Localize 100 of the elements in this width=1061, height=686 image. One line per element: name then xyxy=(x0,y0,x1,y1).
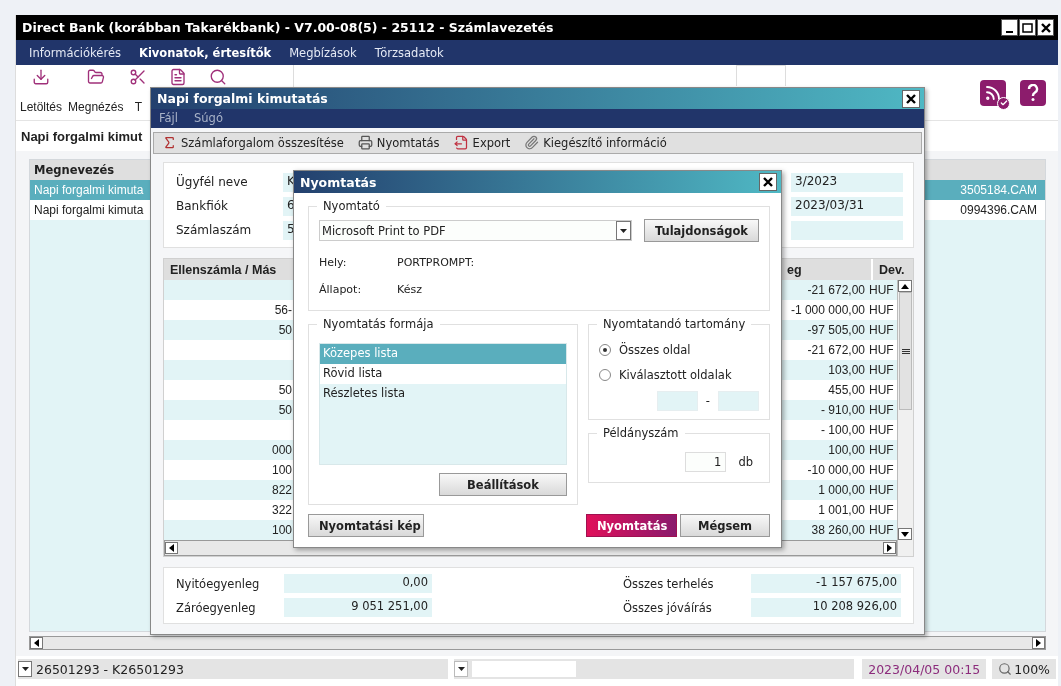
table-cell-text: 50 xyxy=(277,383,293,397)
table-cell-text: 455,00 xyxy=(827,383,866,397)
table-cell-text: HUF xyxy=(868,343,895,357)
help-icon[interactable] xyxy=(1020,79,1046,106)
toolbar-button[interactable]: Kiegészítő információ xyxy=(524,135,667,151)
table-cell-text: -21 672,00 xyxy=(806,283,866,297)
close-icon xyxy=(1040,22,1051,33)
unit-label: db xyxy=(738,455,753,469)
summary-field: 9 051 251,00 xyxy=(284,598,432,617)
status-datetime: 2023/04/05 00:15 xyxy=(868,661,981,677)
field-label: Záróegyenleg xyxy=(176,600,257,615)
table-cell-text: - 910,00 xyxy=(819,403,866,417)
table-cell-text: 322 xyxy=(270,503,293,517)
maximize-icon xyxy=(1022,22,1033,33)
table-cell-text: HUF xyxy=(868,323,895,337)
menu-item[interactable]: Információkérés xyxy=(20,45,130,60)
summary-field: 0,00 xyxy=(284,574,432,593)
field-value: PORTPROMPT: xyxy=(397,256,475,269)
close-button[interactable] xyxy=(759,173,777,191)
field-label: Ügyfél neve xyxy=(176,175,249,189)
blank-panel xyxy=(736,65,786,86)
group-legend: Nyomtató xyxy=(317,199,386,213)
table-cell-text: HUF xyxy=(868,523,895,537)
from-page-field[interactable] xyxy=(656,391,698,411)
vertical-scrollbar[interactable] xyxy=(897,280,913,556)
column-header: Megnevezés xyxy=(34,163,115,177)
table-cell-text: HUF xyxy=(868,423,895,437)
field-label: Bankfiók xyxy=(176,199,229,213)
right-arrow-icon xyxy=(1036,639,1041,647)
field-label: Hely: xyxy=(319,256,348,269)
cancel-button[interactable]: Mégsem xyxy=(680,514,770,537)
copies-field[interactable]: 1 xyxy=(685,452,727,472)
account-dropdown[interactable]: 26501293 - K26501293 xyxy=(18,659,448,679)
table-cell-text: HUF xyxy=(868,503,895,517)
close-icon xyxy=(906,93,916,104)
table-cell-text: HUF xyxy=(868,283,895,297)
horizontal-scrollbar[interactable] xyxy=(29,636,1046,650)
table-cell-text: 000 xyxy=(270,443,293,457)
table-cell-text: 100 xyxy=(270,523,293,537)
printer-icon xyxy=(357,135,373,151)
field-label: Összes jóváírás xyxy=(623,600,713,615)
settings-button[interactable]: Beállítások xyxy=(439,473,567,496)
menu-item[interactable]: Súgó xyxy=(194,111,223,126)
toolbar-button[interactable]: Export xyxy=(453,135,511,151)
toolbar-button[interactable]: Megnézés xyxy=(68,68,124,114)
preview-button[interactable]: Nyomtatási kép xyxy=(308,514,424,537)
table-cell-text: HUF xyxy=(868,443,895,457)
minimize-button[interactable] xyxy=(1001,19,1018,36)
group-legend: Példányszám xyxy=(597,426,685,440)
zoom-level: 100% xyxy=(1014,661,1050,677)
search-icon xyxy=(209,68,228,86)
table-cell-text: -10 000,00 xyxy=(806,463,866,477)
toolbar-button[interactable] xyxy=(169,68,188,86)
toolbar-button[interactable]: Nyomtatás xyxy=(357,135,440,151)
menu-item[interactable]: Megbízások xyxy=(280,45,366,60)
table-cell-text: -21 672,00 xyxy=(806,343,866,357)
section-title: Napi forgalmi kimut xyxy=(21,128,143,144)
toolbar-button[interactable]: Számlaforgalom összesítése xyxy=(162,135,344,151)
table-cell-text: HUF xyxy=(868,463,895,477)
toolbar-button[interactable]: Letöltés xyxy=(20,68,63,114)
column-header: Ellenszámla / Más xyxy=(169,261,278,279)
list-option[interactable]: Részletes lista xyxy=(320,384,566,404)
group-legend: Nyomtatandó tartomány xyxy=(597,317,752,331)
maximize-button[interactable] xyxy=(1019,19,1036,36)
toolbar-button[interactable] xyxy=(209,68,228,86)
table-cell-text: HUF xyxy=(868,363,895,377)
table-cell-text: 1 000,00 xyxy=(817,483,866,497)
radio-option[interactable]: Összes oldal xyxy=(599,337,759,362)
caret-icon xyxy=(21,667,29,671)
table-cell-text: 56- xyxy=(273,303,293,317)
table-cell-text: 50 xyxy=(277,323,293,337)
printer-select[interactable]: Microsoft Print to PDF xyxy=(319,220,632,241)
table-cell-text: 100,00 xyxy=(827,443,866,457)
list-option[interactable]: Rövid lista xyxy=(320,364,566,384)
to-page-field[interactable] xyxy=(718,391,759,411)
field-label: Összes terhelés xyxy=(623,576,715,591)
menu-item[interactable]: Kivonatok, értesítők xyxy=(129,45,281,60)
table-cell-text: -1 000 000,00 xyxy=(789,303,866,317)
print-button[interactable]: Nyomtatás xyxy=(586,514,677,537)
close-button[interactable] xyxy=(1037,19,1054,36)
field-label: Nyitóegyenleg xyxy=(176,576,261,591)
right-arrow-icon xyxy=(887,544,892,552)
folder-icon xyxy=(86,68,105,86)
close-icon xyxy=(763,177,773,187)
menu-item[interactable]: Törzsadatok xyxy=(365,45,453,60)
radio-option[interactable]: Kiválasztott oldalak xyxy=(599,362,759,387)
properties-button[interactable]: Tulajdonságok xyxy=(643,219,759,242)
info-field: 3/2023 xyxy=(791,172,903,192)
caret-icon xyxy=(619,228,627,233)
field-label: Számlaszám xyxy=(176,223,253,237)
caret-icon xyxy=(457,667,465,671)
summary-field: -1 157 675,00 xyxy=(751,574,901,593)
left-arrow-icon xyxy=(169,544,174,552)
table-cell-text: 822 xyxy=(270,483,293,497)
up-arrow-icon xyxy=(901,283,909,289)
menu-item[interactable]: Fájl xyxy=(159,111,178,126)
close-button[interactable] xyxy=(902,89,920,108)
left-arrow-icon xyxy=(34,639,39,647)
table-cell-text: 1 001,00 xyxy=(817,503,866,517)
toolbar-button[interactable]: T xyxy=(129,68,148,114)
